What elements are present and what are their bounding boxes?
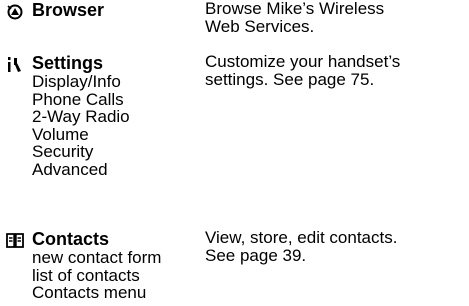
browser-label-group: Browser [32,0,202,20]
description-line: See page 39. [205,246,307,265]
contacts-book-icon [6,233,24,248]
submenu-item: Volume [32,124,89,144]
menu-title: Contacts [32,229,110,249]
menu-title: Browser [32,0,105,20]
menu-title: Settings [32,53,104,73]
submenu-item: Phone Calls [32,89,124,109]
settings-label-group: Settings Display/Info Phone Calls 2-Way … [32,53,202,178]
submenu-item: Security [32,142,94,161]
description-line: View, store, edit contacts. [205,228,398,247]
submenu-item: Contacts menu [32,283,147,302]
menu-description: View, store, edit contacts. See page 39. [205,229,467,265]
browser-icon [7,4,23,20]
submenu-item: list of contacts [32,265,140,285]
description-line: settings. See page 75. [205,70,375,89]
contacts-label-group: Contacts new contact form list of contac… [32,229,202,302]
submenu-item: Display/Info [32,72,121,91]
submenu-item: Advanced [32,159,108,179]
description-line: Browse Mike’s Wireless [205,0,385,18]
description-line: Customize your handset’s [205,52,401,71]
submenu-item: new contact form [32,248,162,267]
settings-icon [8,57,21,72]
menu-description: Customize your handset’s settings. See p… [205,53,467,89]
submenu-item: 2-Way Radio [32,107,130,126]
menu-description: Browse Mike’s Wireless Web Services. [205,0,467,36]
description-line: Web Services. [205,17,315,36]
